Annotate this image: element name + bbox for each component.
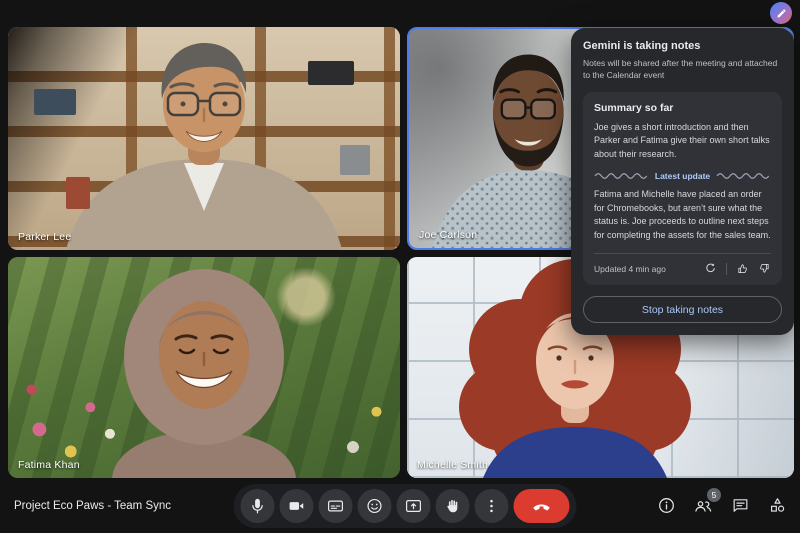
captions-button[interactable] bbox=[319, 489, 353, 523]
video-tile-fatima[interactable]: Fatima Khan bbox=[8, 257, 400, 478]
activities-icon bbox=[768, 496, 787, 515]
mic-icon bbox=[249, 497, 267, 515]
call-controls bbox=[234, 484, 577, 528]
end-call-icon bbox=[532, 496, 552, 516]
shelf-box bbox=[34, 89, 76, 115]
latest-update-label: Latest update bbox=[655, 171, 710, 181]
gemini-notes-panel: Gemini is taking notes Notes will be sha… bbox=[571, 28, 794, 335]
camera-icon bbox=[288, 497, 306, 515]
reactions-button[interactable] bbox=[358, 489, 392, 523]
more-options-icon bbox=[483, 497, 501, 515]
video-tile-parker[interactable]: Parker Lee bbox=[8, 27, 400, 250]
participant-name-label: Parker Lee bbox=[18, 231, 71, 243]
summary-card: Summary so far Joe gives a short introdu… bbox=[583, 92, 782, 286]
captions-icon bbox=[327, 497, 345, 515]
shelf-box bbox=[308, 61, 354, 85]
gemini-notes-button[interactable] bbox=[770, 2, 792, 24]
present-icon bbox=[405, 497, 423, 515]
bottom-bar: Project Eco Paws - Team Sync bbox=[0, 478, 800, 533]
refresh-icon bbox=[704, 262, 717, 275]
info-icon bbox=[657, 496, 676, 515]
thumbs-down-button[interactable] bbox=[758, 262, 771, 275]
raise-hand-icon bbox=[444, 497, 462, 515]
meet-window: Parker Lee Joe Carlson bbox=[0, 0, 800, 533]
footer-separator bbox=[726, 263, 727, 275]
latest-update-divider: Latest update bbox=[594, 171, 771, 181]
updated-timestamp: Updated 4 min ago bbox=[594, 264, 666, 274]
summary-text: Joe gives a short introduction and then … bbox=[594, 121, 771, 162]
latest-update-text: Fatima and Michelle have placed an order… bbox=[594, 188, 771, 242]
participant-name-label: Michelle Smith bbox=[417, 459, 488, 471]
participant-name-label: Joe Carlson bbox=[419, 229, 477, 241]
chat-button[interactable] bbox=[729, 495, 751, 517]
mic-button[interactable] bbox=[241, 489, 275, 523]
chat-icon bbox=[731, 496, 750, 515]
meeting-title: Project Eco Paws - Team Sync bbox=[14, 500, 171, 512]
summary-title: Summary so far bbox=[594, 102, 771, 114]
activities-button[interactable] bbox=[766, 495, 788, 517]
thumbs-down-icon bbox=[758, 262, 771, 275]
panel-subtitle: Notes will be shared after the meeting a… bbox=[583, 57, 782, 82]
participants-button[interactable]: 5 bbox=[692, 495, 714, 517]
meeting-info-icons: 5 bbox=[655, 495, 788, 517]
card-footer: Updated 4 min ago bbox=[594, 254, 771, 275]
shelf-box bbox=[66, 177, 90, 209]
end-call-button[interactable] bbox=[514, 489, 570, 523]
reactions-icon bbox=[366, 497, 384, 515]
refresh-button[interactable] bbox=[704, 262, 717, 275]
shelf-box bbox=[340, 145, 370, 175]
thumbs-up-button[interactable] bbox=[736, 262, 749, 275]
thumbs-up-icon bbox=[736, 262, 749, 275]
pencil-sparkle-icon bbox=[776, 8, 787, 19]
squiggle-icon bbox=[594, 172, 649, 180]
camera-button[interactable] bbox=[280, 489, 314, 523]
more-options-button[interactable] bbox=[475, 489, 509, 523]
raise-hand-button[interactable] bbox=[436, 489, 470, 523]
meeting-details-button[interactable] bbox=[655, 495, 677, 517]
participant-count-badge: 5 bbox=[707, 488, 721, 502]
panel-title: Gemini is taking notes bbox=[583, 40, 782, 52]
fatima-portrait bbox=[8, 257, 400, 478]
present-button[interactable] bbox=[397, 489, 431, 523]
stop-taking-notes-button[interactable]: Stop taking notes bbox=[583, 296, 782, 323]
squiggle-icon bbox=[716, 172, 771, 180]
participant-name-label: Fatima Khan bbox=[18, 459, 80, 471]
